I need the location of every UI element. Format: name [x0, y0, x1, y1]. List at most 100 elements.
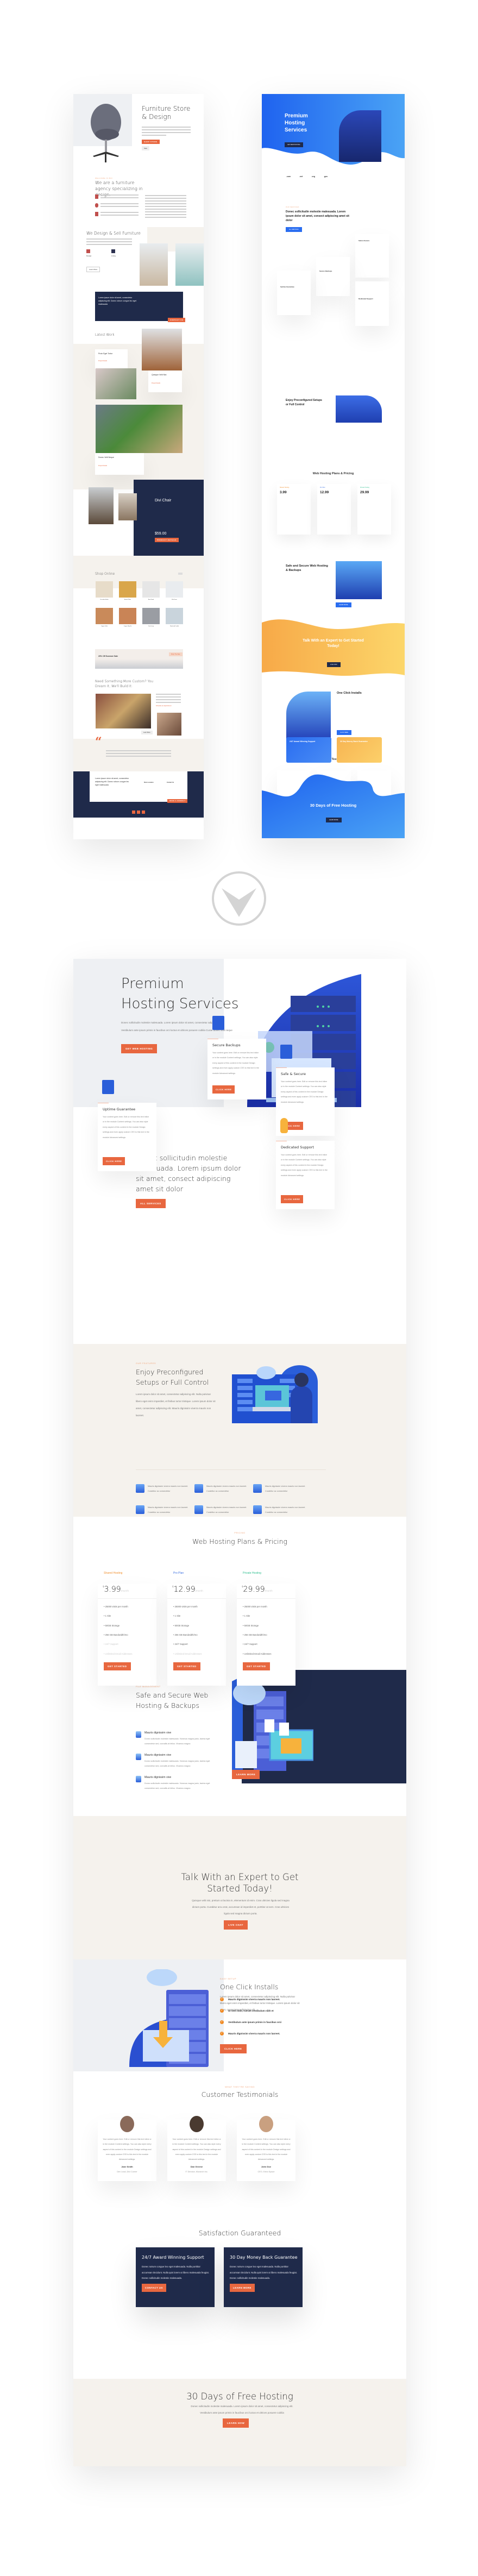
design-learn-more[interactable]: Learn More [86, 267, 100, 272]
product-image [166, 581, 183, 598]
get-web-hosting-button[interactable]: Get Web Hosting [121, 1044, 158, 1053]
money-back-card[interactable]: 30 Day Money Back Guarantee [337, 737, 382, 763]
service-card-support[interactable]: Dedicated Support [355, 281, 389, 326]
shop-item[interactable]: Stand and Candle [166, 608, 183, 627]
service-card[interactable]: Secure Backups Your content goes here. Ed… [207, 1016, 266, 1099]
facebook-icon[interactable] [132, 811, 135, 814]
shop-all-button[interactable] [178, 573, 183, 575]
click-here-button[interactable]: Click Here [103, 1157, 125, 1165]
shop-store-button[interactable]: Shop Store [142, 140, 160, 144]
instagram-icon[interactable] [142, 811, 145, 814]
work-card-2[interactable]: Quisque Velit Nisi Project Details [148, 370, 182, 392]
final-title: 30 Days of Free Hosting [186, 2391, 293, 2402]
backup-button[interactable]: Learn More [336, 602, 351, 607]
guarantee-card-title: 30 Day Money Back Guarantee [230, 2255, 298, 2260]
feature-text: Mauris dignissim viverra mauris non laor… [265, 1506, 306, 1514]
hero-title: Premium Hosting Services [121, 976, 239, 1012]
plan-feature: • 50GB Storage [173, 1624, 190, 1627]
backup-item-title: Mauris dignissim vive [144, 1754, 172, 1757]
monitor-icon [194, 1484, 203, 1493]
shop-item[interactable]: Book Stand [142, 581, 160, 600]
services-button[interactable]: All Services [286, 227, 302, 232]
mini-plan-card[interactable]: Private Hosting 29.99 [357, 484, 391, 535]
footer-text: Lorem ipsum dolor sit amet, consectetur … [95, 777, 129, 786]
learn-more-button[interactable]: Learn More [232, 1770, 260, 1779]
testimonial-name: Jane Smith [121, 2165, 133, 2168]
all-services-button[interactable]: All Services [136, 1199, 166, 1208]
service-card-safe[interactable]: Safe & Secure [355, 234, 389, 278]
custom-learn-more[interactable]: Learn More [141, 731, 153, 734]
service-card[interactable]: Uptime Guarantee Your content goes here. … [98, 1080, 156, 1171]
work-card-1[interactable]: Proin Eget Tortor Project Details [95, 349, 128, 369]
shop-item[interactable]: Copper Mug Set [119, 608, 136, 627]
price-value: 12.99 [173, 1585, 196, 1594]
install-click-here-button[interactable]: Click Here [220, 2044, 247, 2053]
shop-item[interactable]: Animal Pillow [119, 581, 136, 600]
schedule-link[interactable]: Schedule an Appointment [156, 705, 172, 707]
service-card-backups[interactable]: Secure Backups [316, 257, 350, 296]
pricing-card: Pro Plan $12.99/month • 25000 visits per m… [167, 1572, 226, 1686]
shop-item[interactable]: Copper Kettle [96, 608, 113, 627]
testimonial-role: IT Director, Monarch Inc. [185, 2171, 208, 2173]
dining-image [140, 243, 168, 286]
furniture-layout-preview[interactable]: Furniture Store & Design Shop Store Sale… [73, 94, 204, 839]
mini-plan-card[interactable]: Shared Hosting 3.99 [277, 484, 311, 535]
design-text [86, 238, 132, 247]
design-icon [86, 249, 90, 253]
shop-item[interactable]: Succulent Holder [96, 581, 113, 600]
service-title: Safe & Secure [281, 1072, 306, 1076]
cta-button[interactable]: Live Chat [327, 662, 341, 667]
pricing-title: Web Hosting Plans & Pricing [312, 472, 354, 475]
hero-title: Furniture Store & Design [142, 105, 191, 121]
shop-sale-button[interactable]: Shop The Sale [169, 652, 183, 656]
testimonial-role: CEO, Extra Space [257, 2171, 275, 2173]
final-button[interactable]: Learn More [326, 818, 342, 822]
features-title: Enjoy Preconfigured Setups or Full Contr… [286, 399, 322, 406]
shop-item[interactable]: Desk Lamp [142, 608, 160, 627]
server-illustration [339, 110, 381, 162]
product-image [96, 581, 113, 598]
service-card[interactable]: Dedicated Support Your content goes here.… [276, 1118, 335, 1209]
get-started-button[interactable]: Get Started [173, 1662, 200, 1670]
server-network-icon [136, 1754, 141, 1760]
hero-button[interactable]: Get Web Hosting [285, 142, 303, 147]
learn-how-button[interactable]: Learn How [223, 2418, 249, 2428]
feature-text: Mauris dignissim viverra mauris non laor… [265, 1485, 306, 1493]
hosting-layout-preview[interactable]: Premium Hosting Services Get Web Hosting… [262, 94, 405, 838]
plan-feature: • 50GB Storage [243, 1624, 259, 1627]
install-button[interactable]: Click Here [337, 730, 352, 735]
service-card-uptime[interactable]: Uptime Guarantee [277, 271, 311, 315]
result-page[interactable]: Premium Hosting Services Donec sollicitud… [73, 959, 406, 2466]
shop-item[interactable]: Mini Vases [166, 581, 183, 600]
get-started-button[interactable]: Get Started [104, 1662, 131, 1670]
one-click-install-illustration [129, 1969, 209, 2067]
install-check-item: ✓ Mauris dignissim viverra mauris non lao… [220, 1997, 280, 2001]
twitter-icon[interactable] [137, 811, 140, 814]
sale-button[interactable]: Sale [142, 146, 150, 150]
click-here-button[interactable]: Click Here [212, 1085, 235, 1094]
support-card[interactable]: 24/7 Award Winning Support [286, 737, 331, 763]
check-circle-icon: ✓ [220, 1997, 224, 2001]
feature-item: Mauris dignissim viverra mauris non laor… [194, 1505, 249, 1516]
server-sync-icon [212, 1016, 224, 1030]
latest-work-title: Latest Work [95, 333, 115, 337]
product-name: Book Stand [148, 599, 154, 600]
book-consult-button[interactable]: Book a Consult [167, 799, 188, 803]
check-text: Vestibulum ante ipsum primis in faucibus… [228, 2021, 282, 2024]
desk-image [89, 487, 114, 524]
mini-plan-card[interactable]: Pro Plan 12.99 [317, 484, 351, 535]
click-here-button[interactable]: Click Here [281, 1195, 304, 1203]
live-chat-button[interactable]: Live Chat [224, 1920, 248, 1930]
feature-text: Mauris dignissim viverra mauris non laor… [148, 1485, 188, 1493]
price-period: /month [195, 1589, 203, 1592]
contact-us-button[interactable]: Contact Us [168, 318, 186, 322]
product-image [119, 581, 136, 598]
guarantee-card-button[interactable]: Learn More [230, 2284, 255, 2292]
work-card-3[interactable]: Donec Velit Neque Project Details [95, 453, 144, 475]
guarantee-card-button[interactable]: Contact Us [142, 2284, 166, 2292]
get-started-button[interactable]: Get Started [243, 1662, 270, 1670]
product-details-button[interactable]: Product Details [155, 538, 179, 542]
hero-title: Premium Hosting Services [285, 113, 308, 133]
footer-store-location: Store Location [144, 782, 154, 783]
mini-pricing: Shared Hosting 3.99 Pro Plan 12.99 Private H… [277, 484, 391, 535]
